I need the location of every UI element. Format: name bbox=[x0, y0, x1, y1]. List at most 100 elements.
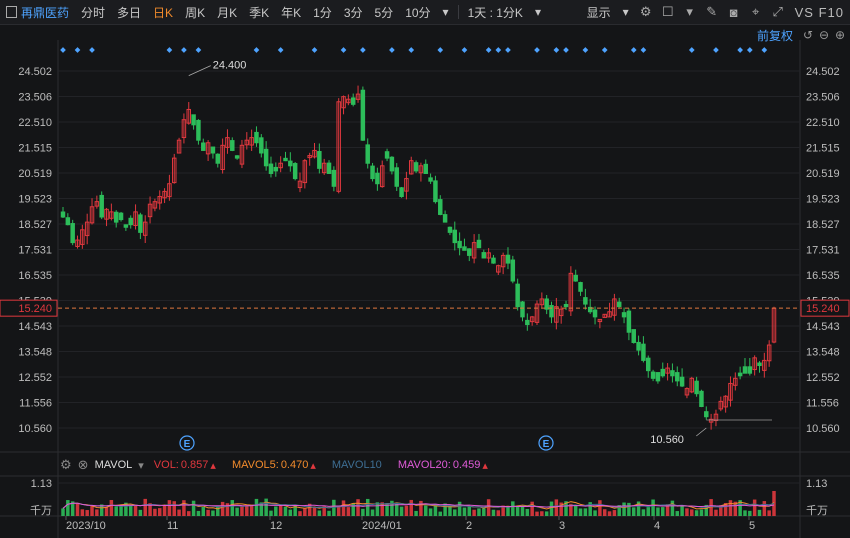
volume-bar bbox=[167, 500, 172, 516]
volume-bar bbox=[254, 498, 259, 516]
event-diamond-marker bbox=[253, 47, 260, 53]
volume-bar bbox=[622, 502, 626, 516]
volume-bar bbox=[477, 508, 481, 516]
x-tick-label: 5 bbox=[749, 520, 755, 532]
volume-bar bbox=[506, 506, 510, 516]
event-diamond-marker bbox=[601, 47, 608, 53]
price-tick-label-right: 11.556 bbox=[806, 397, 839, 409]
volume-bar bbox=[240, 506, 244, 516]
volume-bar bbox=[172, 501, 176, 516]
volume-bar bbox=[143, 498, 147, 516]
volume-bar bbox=[646, 507, 650, 516]
candle-body bbox=[616, 301, 622, 308]
price-tick-label-left: 18.527 bbox=[18, 219, 52, 231]
volume-bar bbox=[714, 509, 718, 516]
candle-body bbox=[476, 239, 482, 249]
mavol20-value: 0.459 bbox=[452, 459, 481, 471]
volume-bar bbox=[757, 509, 762, 516]
event-diamond-marker bbox=[495, 47, 502, 53]
candle-body bbox=[360, 89, 366, 141]
indicator-select[interactable]: MAVOL bbox=[95, 459, 133, 471]
price-tick-label-left: 16.535 bbox=[18, 270, 52, 282]
x-tick-label: 4 bbox=[654, 520, 660, 532]
volume-bar bbox=[675, 511, 680, 516]
candle-body bbox=[399, 187, 404, 198]
candle-body bbox=[515, 283, 520, 308]
candle-body bbox=[447, 226, 453, 233]
candle-body bbox=[747, 366, 753, 374]
volume-bar bbox=[404, 505, 409, 516]
event-diamond-marker bbox=[737, 47, 743, 53]
candle-body bbox=[263, 148, 269, 167]
mavol10-label: MAVOL10 bbox=[331, 459, 382, 471]
volume-bar bbox=[385, 504, 389, 516]
event-diamond-marker bbox=[630, 47, 637, 53]
candle-body bbox=[525, 319, 530, 326]
volume-bar bbox=[680, 505, 684, 516]
volume-bar bbox=[496, 510, 501, 516]
candle-body bbox=[621, 312, 627, 318]
event-diamond-marker bbox=[195, 47, 202, 53]
event-diamond-marker bbox=[505, 47, 511, 53]
price-tick-label-right: 16.535 bbox=[806, 270, 840, 282]
candle-body bbox=[694, 380, 699, 395]
volume-bar bbox=[201, 506, 206, 516]
price-tick-label-left: 19.523 bbox=[18, 193, 52, 205]
close-icon[interactable]: ⊗ bbox=[78, 457, 89, 473]
price-tick-label-right: 22.510 bbox=[806, 117, 840, 129]
candle-body bbox=[254, 131, 259, 144]
price-tick-label-right: 17.531 bbox=[806, 245, 840, 257]
x-tick-label: 12 bbox=[270, 520, 282, 532]
volume-bar bbox=[114, 506, 118, 516]
volume-bar bbox=[670, 500, 675, 516]
volume-bar bbox=[341, 500, 346, 516]
volume-bar bbox=[177, 509, 181, 516]
candle-body bbox=[65, 217, 71, 226]
volume-bar bbox=[762, 501, 767, 516]
volume-bar bbox=[530, 501, 534, 516]
lowest-price-label: 10.560 bbox=[650, 434, 684, 446]
candle-body bbox=[699, 390, 704, 407]
event-diamond-marker bbox=[553, 47, 560, 53]
event-diamond-marker bbox=[640, 47, 647, 53]
price-tick-label-left: 10.560 bbox=[18, 423, 52, 435]
volume-bar bbox=[95, 509, 99, 516]
low-annotation-line bbox=[696, 427, 707, 437]
volume-bar bbox=[109, 500, 114, 516]
volume-bar bbox=[467, 506, 472, 516]
event-diamond-marker bbox=[340, 47, 347, 53]
volume-bar bbox=[685, 508, 689, 516]
volume-bar bbox=[424, 505, 428, 516]
candle-body bbox=[268, 163, 274, 174]
volume-bar bbox=[370, 509, 375, 516]
volume-bar bbox=[66, 500, 70, 516]
volume-bar bbox=[90, 506, 94, 516]
mavol5-label: MAVOL5: bbox=[231, 459, 279, 471]
volume-bar bbox=[593, 510, 597, 516]
candle-body bbox=[215, 153, 221, 164]
candle-body bbox=[230, 140, 235, 151]
candle-body bbox=[467, 248, 472, 256]
candle-body bbox=[457, 240, 462, 249]
gear-icon[interactable]: ⚙ bbox=[60, 457, 72, 473]
volume-bar bbox=[583, 508, 588, 516]
event-diamond-marker bbox=[181, 47, 187, 53]
price-tick-label-left: 21.515 bbox=[18, 142, 52, 154]
volume-bar bbox=[399, 506, 404, 516]
volume-bar bbox=[520, 506, 525, 516]
candle-body bbox=[317, 150, 322, 169]
volume-bar bbox=[767, 510, 771, 516]
volume-bar bbox=[274, 506, 278, 516]
candle-body bbox=[283, 157, 288, 162]
volume-bar bbox=[728, 500, 733, 516]
volume-bar bbox=[327, 510, 331, 516]
volume-bar bbox=[641, 509, 646, 516]
candle-body bbox=[123, 224, 129, 228]
candle-body bbox=[433, 180, 438, 203]
candle-body bbox=[273, 166, 279, 172]
volume-bar bbox=[206, 509, 210, 516]
candle-body bbox=[660, 368, 665, 377]
volume-bar bbox=[428, 508, 433, 516]
chevron-down-icon[interactable]: ▾ bbox=[138, 459, 144, 472]
x-tick-label: 3 bbox=[559, 520, 565, 532]
